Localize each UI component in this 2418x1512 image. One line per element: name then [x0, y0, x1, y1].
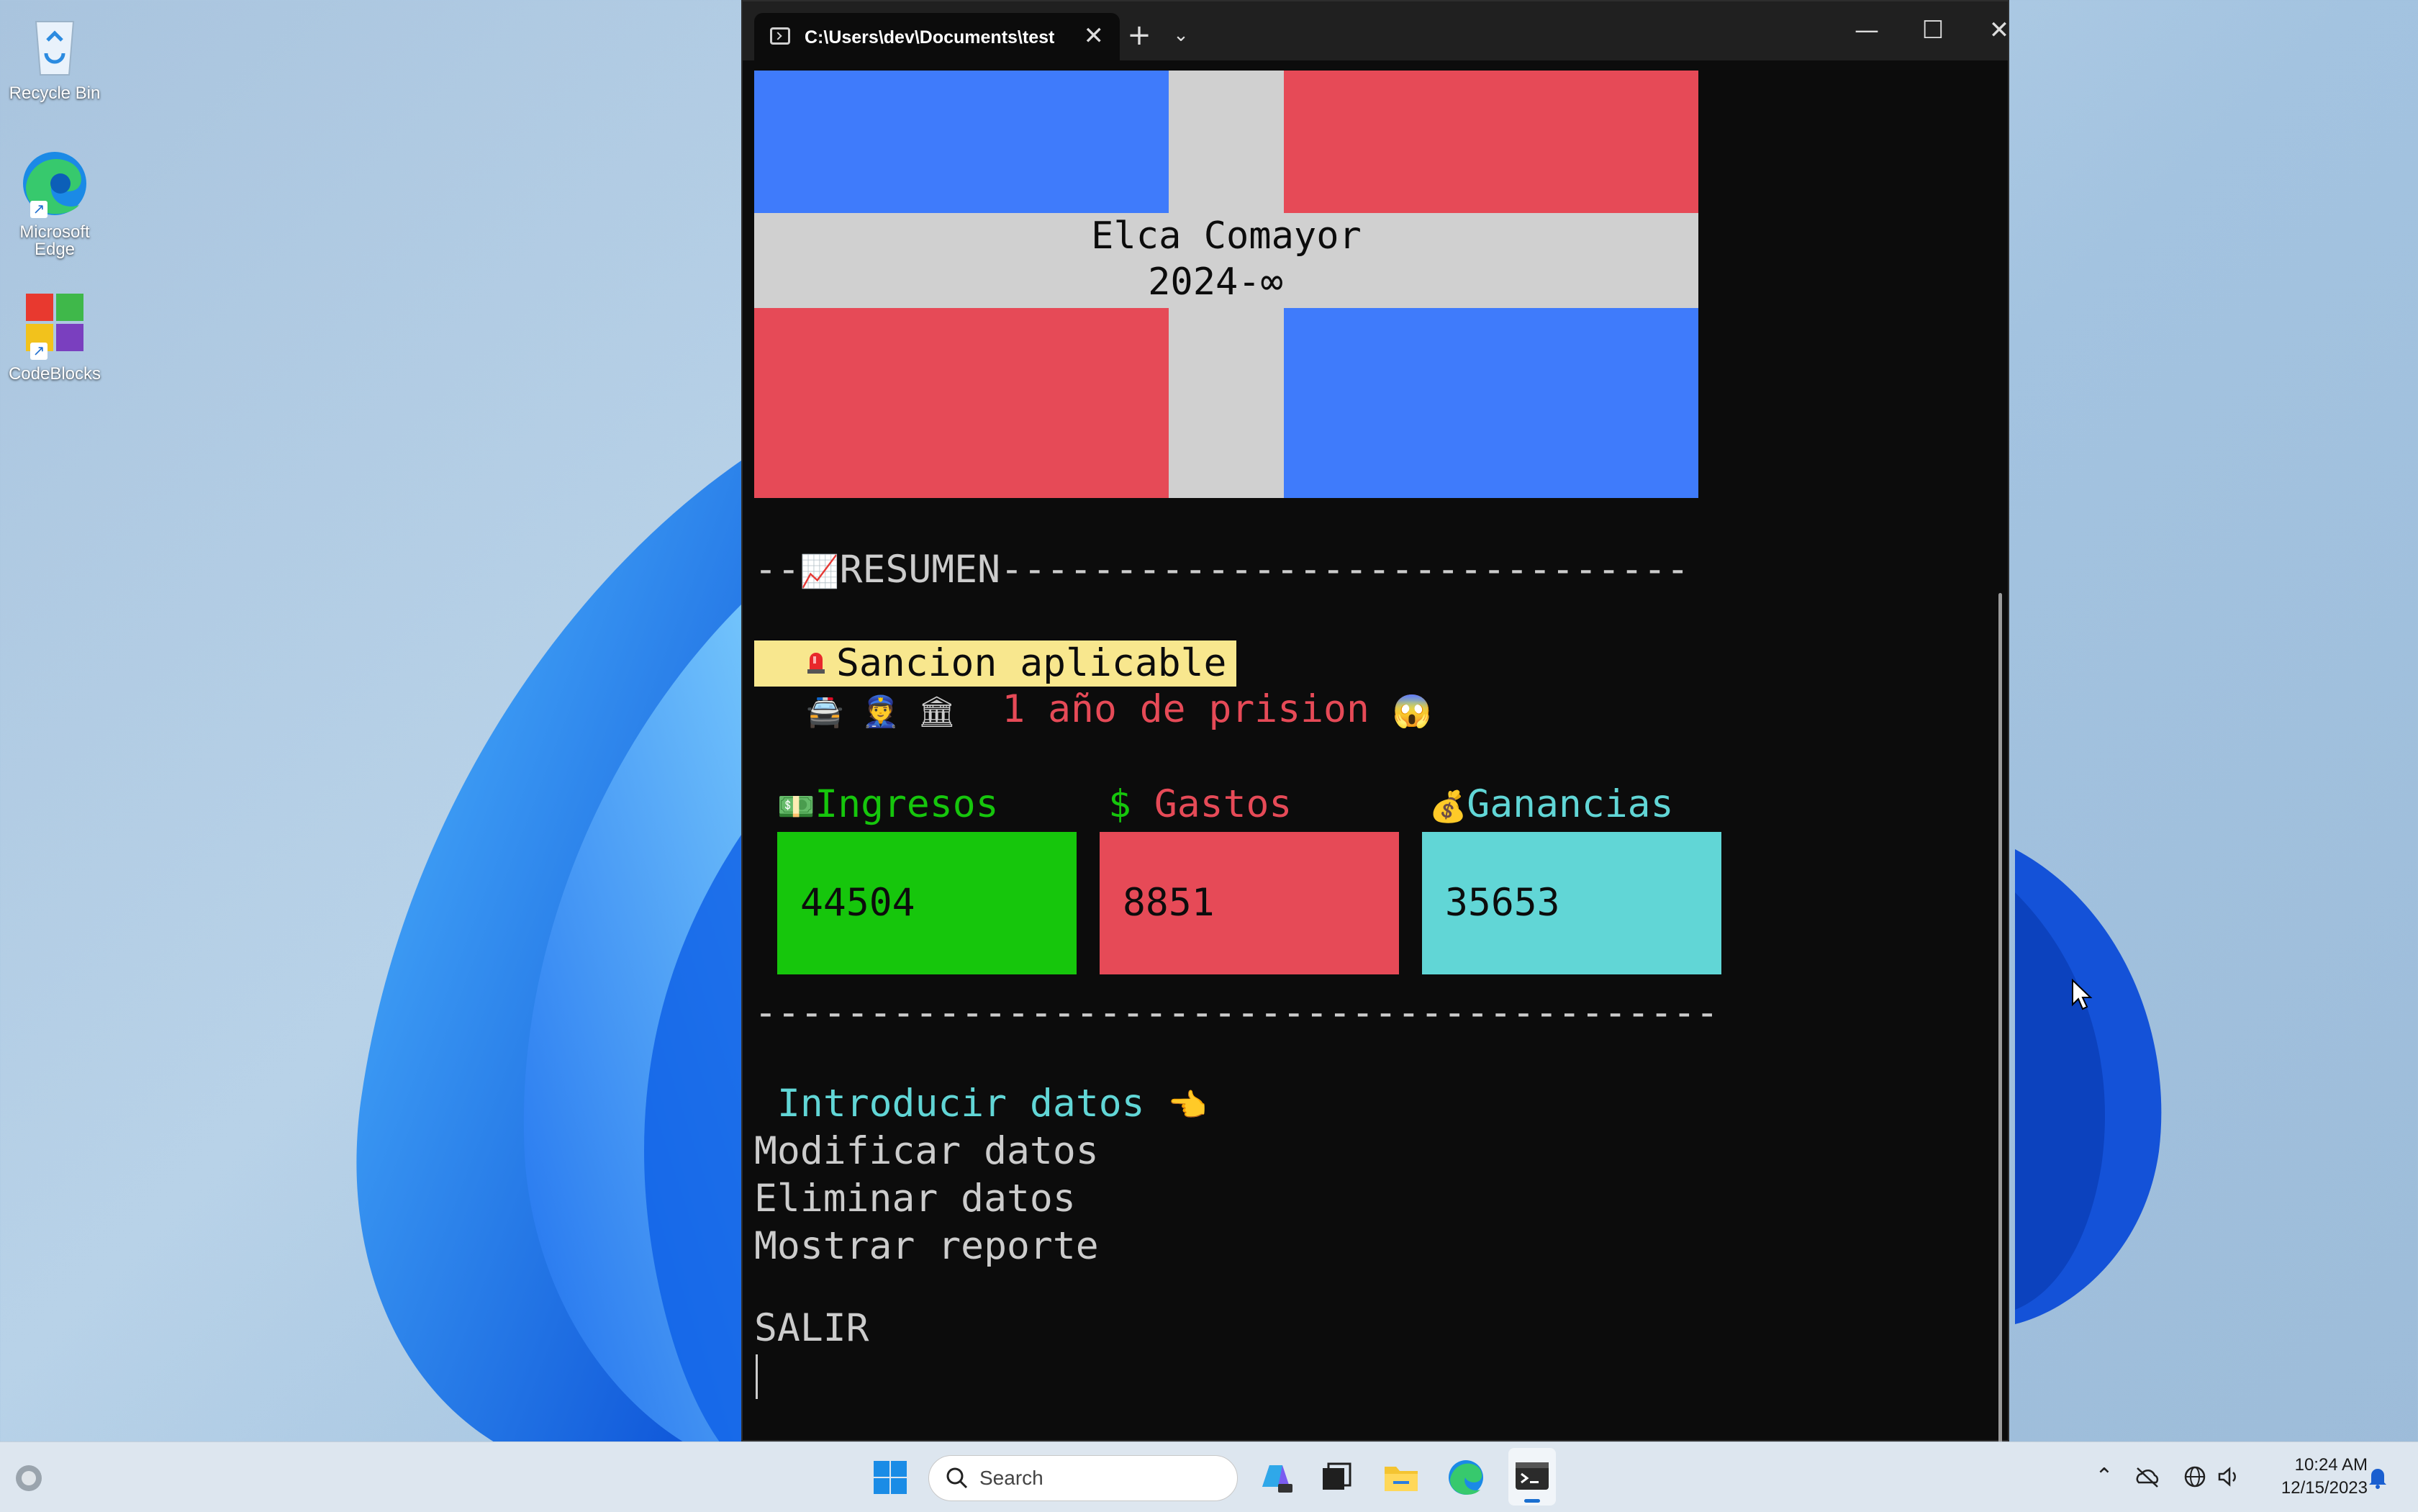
bottom-divider: ----------------------------------------… — [754, 991, 1719, 1035]
gastos-value-box: 8851 — [1100, 832, 1399, 974]
search-icon — [946, 1467, 968, 1489]
terminal-window: C:\Users\dev\Documents\test ✕ + ⌄ — ☐ ✕ … — [741, 0, 2009, 1470]
flag-red-top-right — [1284, 71, 1698, 213]
sancion-detail-text: 1 año de prision — [1002, 687, 1369, 731]
notification-bell-icon[interactable] — [2365, 1464, 2391, 1490]
menu-item-salir[interactable]: SALIR — [754, 1305, 869, 1352]
flag-red-bottom-left — [754, 308, 1169, 498]
terminal-taskbar-button[interactable] — [1508, 1448, 1556, 1506]
terminal-tab-title: C:\Users\dev\Documents\test — [805, 27, 1055, 47]
flag-title-year: 2024-∞ — [1148, 261, 1283, 304]
close-window-button[interactable]: ✕ — [1966, 1, 2032, 60]
minimize-button[interactable]: — — [1834, 1, 1900, 60]
network-globe-icon[interactable] — [2182, 1464, 2208, 1490]
edge-taskbar-icon[interactable] — [1446, 1458, 1485, 1497]
siren-icon — [807, 653, 825, 674]
file-explorer-icon[interactable] — [1382, 1458, 1421, 1497]
ganancias-value: 35653 — [1445, 881, 1560, 925]
resumen-label: RESUMEN — [839, 548, 1000, 592]
tab-dropdown-chevron-icon[interactable]: ⌄ — [1163, 14, 1199, 56]
onedrive-offline-icon[interactable] — [2134, 1464, 2160, 1490]
maximize-button[interactable]: ☐ — [1900, 1, 1966, 60]
ingresos-value-box: 44504 — [777, 832, 1077, 974]
task-view-icon[interactable] — [1317, 1458, 1356, 1497]
shortcut-arrow-icon: ↗ — [30, 343, 47, 360]
gastos-value: 8851 — [1123, 881, 1215, 925]
desktop-icon-label: Microsoft Edge — [19, 222, 90, 259]
mouse-pointer-icon — [2072, 979, 2093, 1010]
search-placeholder: Search — [979, 1467, 1043, 1489]
ingresos-value: 44504 — [800, 881, 915, 925]
police-emojis-icon: 🚔 👮 🏛 — [806, 694, 956, 729]
desktop-icon-codeblocks[interactable]: ↗ CodeBlocks — [6, 289, 104, 383]
gastos-label: $ Gastos — [1108, 782, 1292, 826]
money-emoji-icon: 💵 — [777, 789, 815, 824]
copilot-icon[interactable] — [1256, 1458, 1295, 1497]
dollar-icon: $ — [1108, 782, 1131, 826]
menu-item-modificar[interactable]: Modificar datos — [754, 1128, 1099, 1174]
money-bag-icon: 💰 — [1429, 789, 1467, 824]
desktop-icon-label: Recycle Bin — [9, 83, 101, 103]
terminal-tab-icon — [770, 27, 790, 45]
menu-item-reporte[interactable]: Mostrar reporte — [754, 1223, 1099, 1269]
flag-title: Elca Comayor 2024-∞ — [754, 213, 1698, 305]
taskbar: Search ⌃ 10:24 AM 12/15/2023 — [0, 1441, 2418, 1512]
sancion-label: Sancion aplicable — [836, 641, 1227, 685]
volume-icon[interactable] — [2216, 1464, 2242, 1490]
ganancias-value-box: 35653 — [1422, 832, 1721, 974]
resumen-dashes: ------------------------------ — [1000, 548, 1690, 592]
flag-title-name: Elca Comayor — [1091, 214, 1362, 258]
show-hidden-icons-chevron-icon[interactable]: ⌃ — [2091, 1464, 2117, 1490]
windows-start-icon[interactable] — [871, 1458, 910, 1497]
terminal-taskbar-icon — [1516, 1462, 1549, 1490]
dominican-flag-banner: Elca Comayor 2024-∞ — [754, 71, 1698, 498]
chart-emoji-icon: 📈 — [800, 553, 840, 590]
taskbar-search[interactable]: Search — [928, 1455, 1238, 1501]
menu-item-eliminar[interactable]: Eliminar datos — [754, 1176, 1076, 1222]
flag-blue-top-left — [754, 71, 1169, 213]
menu-item-introducir[interactable]: Introducir datos 👈 — [777, 1081, 1207, 1129]
widgets-icon[interactable] — [13, 1462, 45, 1494]
close-tab-icon[interactable]: ✕ — [1084, 22, 1105, 50]
ganancias-label: 💰Ganancias — [1429, 782, 1674, 826]
desktop-icon-recycle-bin[interactable]: Recycle Bin — [6, 9, 104, 102]
terminal-titlebar[interactable]: C:\Users\dev\Documents\test ✕ + ⌄ — ☐ ✕ — [743, 1, 2009, 60]
clock-date: 12/15/2023 — [2281, 1478, 2368, 1498]
pointing-hand-icon: 👈 — [1167, 1087, 1208, 1124]
desktop-icon-edge[interactable]: ↗ Microsoft Edge — [6, 148, 104, 258]
codeblocks-icon: ↗ — [19, 289, 91, 361]
terminal-tab[interactable]: C:\Users\dev\Documents\test ✕ — [754, 13, 1120, 60]
terminal-content[interactable]: Elca Comayor 2024-∞ --📈RESUMEN----------… — [743, 60, 2008, 1470]
taskbar-clock[interactable]: 10:24 AM 12/15/2023 — [2260, 1454, 2368, 1500]
scream-emoji-icon: 😱 — [1392, 693, 1432, 730]
sancion-detail: 🚔 👮 🏛 1 año de prision 😱 — [806, 687, 1432, 735]
recycle-bin-icon — [19, 9, 91, 81]
flag-blue-bottom-right — [1284, 308, 1698, 498]
ingresos-label: 💵Ingresos — [777, 782, 999, 826]
desktop-icon-label: CodeBlocks — [8, 364, 101, 384]
terminal-scrollbar[interactable] — [1998, 593, 2002, 1470]
resumen-header: --📈RESUMEN------------------------------ — [754, 547, 1689, 595]
new-tab-button[interactable]: + — [1117, 14, 1162, 56]
resumen-prefix: -- — [754, 548, 800, 592]
shortcut-arrow-icon: ↗ — [30, 201, 47, 218]
edge-icon: ↗ — [19, 148, 91, 219]
text-cursor — [756, 1354, 758, 1399]
clock-time: 10:24 AM — [2294, 1455, 2368, 1475]
active-app-indicator — [1524, 1499, 1540, 1503]
